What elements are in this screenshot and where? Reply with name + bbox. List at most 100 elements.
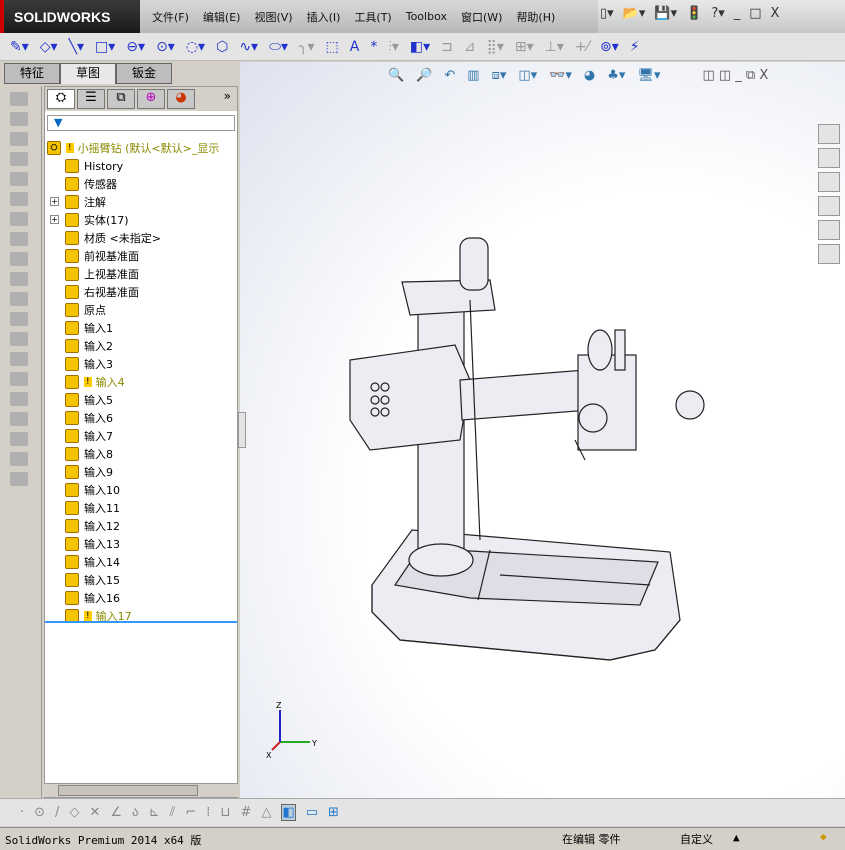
convert-icon[interactable]: ◧▾	[410, 39, 430, 55]
tree-item[interactable]: 输入3	[65, 355, 113, 373]
view-settings-icon[interactable]: 🖥▾	[637, 68, 660, 83]
scene-icon[interactable]: ♣▾	[607, 68, 625, 83]
spline-icon[interactable]: ∿▾	[239, 39, 258, 55]
hole-icon[interactable]	[10, 292, 28, 306]
propertymanager-tab-icon[interactable]: ☰	[77, 89, 105, 109]
close-icon[interactable]: X	[771, 6, 780, 21]
ellipse-icon[interactable]: ⬭▾	[269, 39, 288, 55]
panel-collapse-handle[interactable]	[238, 412, 246, 448]
tree-item[interactable]: 输入16	[65, 589, 120, 607]
menu-item[interactable]: 窗口(W)	[461, 9, 502, 25]
resources-icon[interactable]	[818, 124, 840, 144]
move-face-icon[interactable]	[10, 452, 28, 466]
tree-item[interactable]: 输入5	[65, 391, 113, 409]
tree-item[interactable]: 输入9	[65, 463, 113, 481]
rectangle-icon[interactable]: □▾	[95, 39, 115, 55]
menu-item[interactable]: 编辑(E)	[203, 9, 241, 25]
line-icon[interactable]: /	[55, 805, 59, 820]
save-icon[interactable]: 💾▾	[654, 6, 677, 21]
extrude-icon[interactable]	[10, 92, 28, 106]
tree-item[interactable]: ! 输入4	[65, 373, 125, 391]
sweep-icon[interactable]	[10, 132, 28, 146]
tree-item[interactable]: 输入11	[65, 499, 120, 517]
wrap-icon[interactable]	[10, 412, 28, 426]
graphics-area[interactable]: Y Z X	[240, 62, 845, 798]
split-icon[interactable]	[10, 432, 28, 446]
relations-icon[interactable]: ⊥▾	[545, 39, 564, 55]
text-icon[interactable]: A	[350, 39, 360, 55]
triangle-icon[interactable]: △	[261, 805, 271, 820]
tree-item[interactable]: 注解	[65, 193, 106, 211]
tab-0[interactable]: 特征	[4, 63, 60, 84]
horizontal-scrollbar[interactable]	[44, 783, 238, 797]
point-icon[interactable]: ·	[20, 805, 24, 820]
tree-item[interactable]: 输入1	[65, 319, 113, 337]
shell-icon[interactable]	[10, 252, 28, 266]
rebuild-status-icon[interactable]: ◆	[820, 830, 827, 843]
tab-2[interactable]: 钣金	[116, 63, 172, 84]
tree-item[interactable]: 上视基准面	[65, 265, 139, 283]
quick-snaps-icon[interactable]: ⊚▾	[600, 39, 619, 55]
rib-icon[interactable]	[10, 232, 28, 246]
move-icon[interactable]: ⊞▾	[515, 39, 534, 55]
filter-input[interactable]: ▼	[47, 115, 235, 131]
circle-icon[interactable]: ⊙▾	[156, 39, 175, 55]
help-icon[interactable]: ?▾	[711, 6, 724, 21]
tree-item[interactable]: ⛭! 小摇臂钻 (默认<默认>_显示	[47, 139, 219, 157]
display-style-icon[interactable]: ◫▾	[518, 68, 537, 83]
line-icon[interactable]: ╲▾	[69, 39, 84, 55]
mirror-icon[interactable]: ⊿	[464, 39, 476, 55]
tree-item[interactable]: 输入13	[65, 535, 120, 553]
corner-icon[interactable]: ⌐	[185, 805, 196, 820]
tree-item[interactable]: 输入14	[65, 553, 120, 571]
four-view-icon[interactable]: ⊞	[328, 805, 339, 820]
rollback-bar[interactable]	[45, 621, 237, 623]
arc-icon[interactable]: ◌▾	[186, 39, 205, 55]
point-icon[interactable]: *	[370, 39, 377, 55]
tree-item[interactable]: 原点	[65, 301, 106, 319]
expand-icon[interactable]: »	[224, 89, 235, 109]
open-icon[interactable]: 📂▾	[623, 6, 646, 21]
pattern-icon[interactable]	[10, 312, 28, 326]
menu-item[interactable]: 视图(V)	[254, 9, 292, 25]
expand-toggle[interactable]: +	[50, 197, 59, 206]
perpendicular-icon[interactable]: ⊾	[149, 805, 160, 820]
displaymanager-tab-icon[interactable]: ◕	[167, 89, 195, 109]
dimxpert-tab-icon[interactable]: ⊕	[137, 89, 165, 109]
pattern-icon[interactable]: ⣿▾	[487, 39, 504, 55]
section-view-icon[interactable]: ▥	[467, 68, 479, 83]
angle-icon[interactable]: ∠	[110, 805, 122, 820]
grid-icon[interactable]: #	[241, 805, 252, 820]
dimension-icon[interactable]: ⊔	[220, 805, 230, 820]
mirror-icon[interactable]	[10, 332, 28, 346]
view-orientation-icon[interactable]: ⧈▾	[492, 68, 507, 83]
menu-item[interactable]: 文件(F)	[152, 9, 189, 25]
tree-item[interactable]: 输入8	[65, 445, 113, 463]
offset-icon[interactable]: ⊐	[441, 39, 453, 55]
hide-show-icon[interactable]: 👓▾	[549, 68, 572, 83]
appearance-icon[interactable]: ◕	[584, 68, 595, 83]
expand-toggle[interactable]: +	[50, 215, 59, 224]
parallel-icon[interactable]: ⫽	[170, 805, 176, 820]
tree-item[interactable]: History	[65, 157, 123, 175]
menu-item[interactable]: 插入(I)	[307, 9, 341, 25]
tab-1[interactable]: 草图	[60, 63, 116, 84]
design-library-icon[interactable]	[818, 148, 840, 168]
polygon-icon[interactable]: ◇	[69, 805, 79, 820]
polygon-icon[interactable]: ⬡	[216, 39, 228, 55]
minimize-icon[interactable]: _	[734, 6, 741, 21]
tangent-icon[interactable]: ა	[132, 805, 139, 820]
tree-item[interactable]: 输入10	[65, 481, 120, 499]
tree-item[interactable]: 输入12	[65, 517, 120, 535]
menu-item[interactable]: 工具(T)	[354, 9, 391, 25]
unit-system-button[interactable]: 自定义	[680, 831, 713, 847]
delete-face-icon[interactable]	[10, 472, 28, 486]
reference-icon[interactable]	[10, 352, 28, 366]
chamfer-icon[interactable]	[10, 212, 28, 226]
new-icon[interactable]: ▯▾	[600, 6, 614, 21]
menu-item[interactable]: Toolbox	[406, 10, 447, 23]
zoom-to-fit-icon[interactable]: 🔍	[388, 68, 404, 83]
viewport-buttons[interactable]: ◫ ◫ _ ⧉ X	[702, 68, 768, 83]
tree-item[interactable]: 输入15	[65, 571, 120, 589]
sketch-icon[interactable]: ✎▾	[10, 39, 29, 55]
